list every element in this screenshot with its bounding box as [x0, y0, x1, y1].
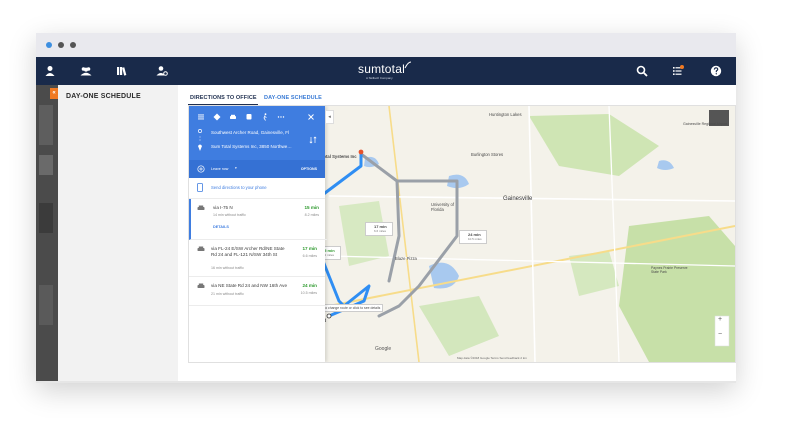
map-label-huntington: Huntington Lakes: [489, 112, 522, 117]
zoom-out-button[interactable]: −: [718, 331, 722, 338]
library-icon[interactable]: [116, 65, 128, 77]
send-to-phone-link[interactable]: Send directions to your phone: [211, 185, 267, 190]
origin-field[interactable]: Southwest Archer Road, Gainesville, Fl: [211, 130, 289, 135]
thumbnail-3: [39, 203, 53, 233]
panel-title: DAY-ONE SCHEDULE: [66, 93, 141, 100]
map-label-blaze: Blaze Pizza: [395, 256, 417, 261]
route-option-2[interactable]: via FL-24 E/SW Archer Rd/NE State Rd 24 …: [189, 240, 325, 277]
route-2-via: via FL-24 E/SW Archer Rd/NE State Rd 24 …: [211, 246, 285, 257]
leave-now-dropdown[interactable]: Leave now: [211, 167, 228, 171]
car-mode-icon[interactable]: [229, 113, 237, 121]
options-button[interactable]: OPTIONS: [301, 167, 317, 171]
map-attribution: Map data ©2018 Google Terms Send feedbac…: [457, 356, 527, 360]
close-icon[interactable]: [307, 113, 315, 121]
top-nav-bar: sumtotal A Skillsoft Company: [36, 57, 736, 85]
directions-mode-icon[interactable]: [213, 113, 221, 121]
chevron-down-icon: ▾: [235, 166, 237, 170]
tab-day-one-schedule[interactable]: DAY-ONE SCHEDULE: [264, 95, 322, 101]
route-1-via: via I-75 N: [213, 205, 233, 210]
map-google-logo: Google: [375, 346, 392, 352]
add-stop-icon[interactable]: [197, 165, 205, 173]
map-embed[interactable]: Huntington Lakes Sum Total Systems Inc B…: [188, 105, 736, 363]
route-3-via: via NE State Rd 24 and NW 16th Ave: [211, 283, 288, 288]
more-options-icon[interactable]: [277, 113, 285, 121]
route-2-traffic: 16 min without traffic: [211, 266, 244, 270]
leave-now-bar: Leave now ▾ OPTIONS: [189, 160, 325, 178]
route-bubble-3[interactable]: 24 min 10.5 miles: [459, 230, 487, 244]
background-course-strip: [36, 85, 58, 383]
route-1-time: 15 min: [304, 205, 319, 210]
group-icon[interactable]: [80, 65, 92, 77]
origin-destination-markers: [198, 129, 202, 151]
map-label-paynes: Paynes Prairie Preserve State Park: [651, 266, 688, 274]
map-label-gainesville: Gainesville: [503, 196, 533, 202]
directions-header: Southwest Archer Road, Gainesville, Fl S…: [189, 106, 325, 178]
directions-panel: Southwest Archer Road, Gainesville, Fl S…: [189, 106, 327, 362]
swap-icon[interactable]: [309, 136, 317, 144]
user-settings-icon[interactable]: [156, 65, 168, 77]
route-2-distance: 6.6 miles: [302, 254, 317, 258]
brand-logo[interactable]: sumtotal: [358, 62, 405, 76]
menu-icon[interactable]: [197, 113, 205, 121]
thumbnail-1: [39, 105, 53, 145]
transit-mode-icon[interactable]: [245, 113, 253, 121]
phone-icon: [197, 183, 203, 192]
person-icon[interactable]: [44, 65, 56, 77]
route-option-1[interactable]: via I-75 N 14 min without traffic 15 min…: [189, 199, 327, 240]
thumbnail-4: [39, 285, 53, 325]
destination-field[interactable]: Sum Total Systems Inc, 3850 Northwe…: [211, 144, 292, 149]
collapse-directions-handle[interactable]: ◂: [325, 110, 334, 124]
bubble-2-dist: 6.6 miles: [374, 229, 387, 233]
route-3-time: 24 min: [302, 283, 317, 288]
zoom-in-button[interactable]: +: [718, 316, 722, 323]
help-icon[interactable]: [710, 65, 722, 77]
window-dot-dark[interactable]: [58, 42, 64, 48]
send-to-phone-row[interactable]: Send directions to your phone: [189, 178, 325, 199]
window-dot-blue[interactable]: [46, 42, 52, 48]
bubble-3-dist: 10.5 miles: [468, 237, 482, 241]
map-label-university: University of Florida: [431, 202, 455, 212]
car-icon: [197, 246, 205, 251]
route-1-details-link[interactable]: DETAILS: [213, 225, 229, 229]
brand-subtitle: A Skillsoft Company: [366, 76, 393, 80]
collapse-panel-button[interactable]: «: [50, 88, 58, 99]
route-1-distance: 8.2 miles: [304, 213, 319, 217]
route-3-traffic: 21 min without traffic: [211, 292, 244, 296]
route-option-3[interactable]: via NE State Rd 24 and NW 16th Ave 21 mi…: [189, 277, 325, 306]
browser-chrome: [36, 33, 736, 58]
app-window: sumtotal A Skillsoft Company « DAY-ONE S…: [36, 33, 736, 383]
tasks-icon[interactable]: [672, 65, 684, 77]
thumbnail-2: [39, 155, 53, 175]
car-icon: [197, 283, 205, 288]
route-1-traffic: 14 min without traffic: [213, 213, 246, 217]
main-content: DIRECTIONS TO OFFICE DAY-ONE SCHEDULE Hu…: [178, 85, 736, 383]
route-3-distance: 10.5 miles: [300, 291, 317, 295]
walking-mode-icon[interactable]: [261, 113, 269, 121]
tab-directions-to-office[interactable]: DIRECTIONS TO OFFICE: [190, 95, 257, 101]
bottom-strip: [36, 381, 736, 383]
route-bubble-2[interactable]: 17 min 6.6 miles: [365, 222, 393, 236]
route-2-time: 17 min: [302, 246, 317, 251]
car-icon: [197, 205, 205, 210]
search-icon[interactable]: [636, 65, 648, 77]
schedule-side-panel: DAY-ONE SCHEDULE: [58, 85, 178, 383]
logo-swoosh-icon: [404, 61, 412, 69]
map-label-burlington: Burlington Stores: [471, 152, 504, 157]
map-label-airport: Gainesville Regional Airport: [683, 122, 728, 126]
window-dot-dark-2[interactable]: [70, 42, 76, 48]
